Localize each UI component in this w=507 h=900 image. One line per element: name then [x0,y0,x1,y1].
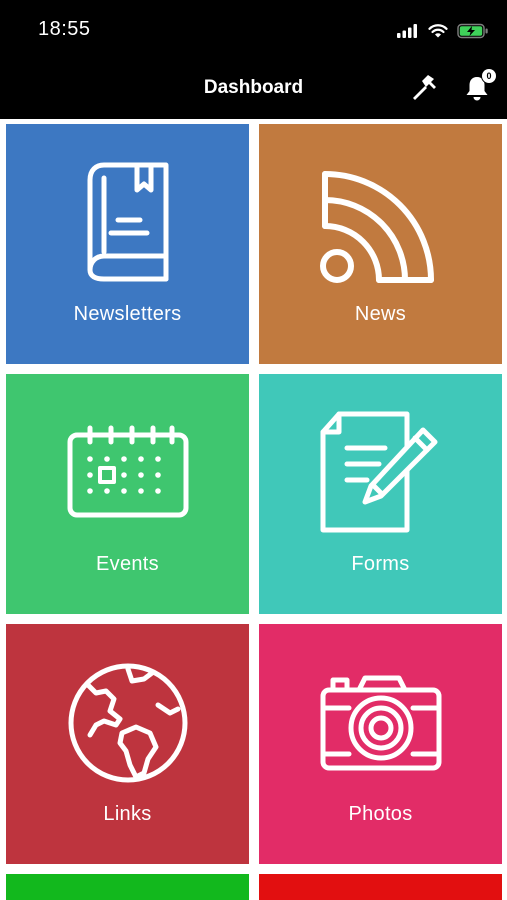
tile-partial-left[interactable] [6,874,249,900]
status-icons [397,20,489,42]
wifi-icon [428,24,448,38]
status-time: 18:55 [38,18,91,40]
tile-icon-wrap [259,674,502,772]
top-bar: 18:55 Dashboard 0 [0,0,507,119]
rss-icon [319,171,434,283]
tile-newsletters[interactable]: Newsletters [6,124,249,364]
hammer-button[interactable] [404,68,444,108]
tile-events[interactable]: Events [6,374,249,614]
dashboard-screen: 18:55 Dashboard 0 Newsletters News Event… [0,0,507,900]
tile-news[interactable]: News [259,124,502,364]
tile-label: Links [103,803,152,825]
tile-icon-wrap [259,162,502,286]
calendar-icon [67,425,188,518]
tile-links[interactable]: Links [6,624,249,864]
notifications-button[interactable]: 0 [457,68,497,108]
book-icon [87,162,168,282]
tile-photos[interactable]: Photos [259,624,502,864]
form-pencil-icon [320,411,437,533]
globe-icon [68,663,187,783]
battery-charging-icon [457,23,488,39]
tile-label: News [354,303,407,325]
tile-label: Events [96,553,159,575]
tile-label: Photos [348,803,413,825]
tile-forms[interactable]: Forms [259,374,502,614]
camera-icon [320,675,441,771]
tile-icon-wrap [259,410,502,534]
tile-label: Newsletters [73,303,182,325]
cellular-signal-icon [397,24,417,38]
tile-label: Forms [351,553,410,575]
dashboard-grid: Newsletters News Events Forms Links Phot… [0,119,507,900]
tile-icon-wrap [6,160,249,282]
tile-partial-right[interactable] [259,874,502,900]
tile-icon-wrap [6,661,249,785]
notification-badge: 0 [482,69,496,83]
tile-icon-wrap [6,425,249,519]
hammer-icon [413,75,436,100]
